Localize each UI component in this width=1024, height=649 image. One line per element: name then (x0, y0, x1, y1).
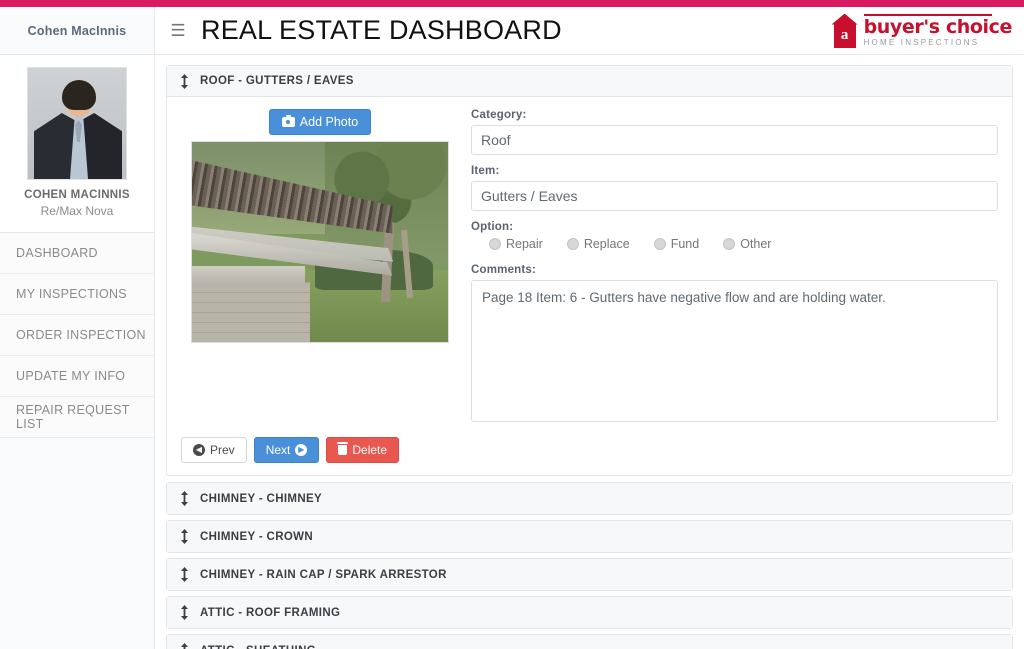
inspection-photo[interactable] (191, 141, 449, 343)
option-label-text: Other (740, 237, 772, 251)
comments-label: Comments: (471, 264, 537, 276)
radio-icon[interactable] (489, 238, 501, 250)
next-label: Next (265, 443, 291, 457)
page-header: ☰ REAL ESTATE DASHBOARD a buyer's choice… (155, 7, 1024, 55)
sort-updown-icon[interactable] (177, 567, 191, 582)
camera-icon (281, 115, 295, 127)
radio-icon[interactable] (723, 238, 736, 250)
sort-updown-icon[interactable] (177, 529, 191, 544)
collapsed-panel-chimney-crown: CHIMNEY - CROWN (166, 520, 1013, 553)
radio-icon[interactable] (653, 238, 666, 250)
avatar (27, 67, 127, 180)
option-other[interactable]: Other (723, 237, 771, 251)
category-label: Category: (471, 109, 527, 121)
panel-header[interactable]: ATTIC - ROOF FRAMING (167, 597, 1012, 628)
sidebar-item-label: UPDATE MY INFO (16, 369, 126, 383)
sidebar-item-label: REPAIR REQUEST LIST (16, 403, 130, 431)
option-label-text: Replace (583, 237, 630, 251)
option-replace[interactable]: Replace (566, 237, 630, 251)
house-icon: a (831, 13, 858, 48)
collapsed-panel-attic-sheathing: ATTIC - SHEATHING (166, 634, 1013, 649)
sidebar-brand[interactable]: Cohen MacInnis (0, 7, 154, 55)
next-button[interactable]: Next ▶ (253, 437, 320, 463)
profile-name: COHEN MACINNIS (24, 189, 130, 201)
content-area: ROOF - GUTTERS / EAVES Add Photo Categor… (155, 55, 1024, 649)
panel-title: CHIMNEY - RAIN CAP / SPARK ARRESTOR (200, 568, 447, 581)
sidebar-item-my-inspections[interactable]: MY INSPECTIONS (0, 274, 154, 315)
option-fund[interactable]: Fund (653, 237, 700, 251)
collapsed-panel-attic-roof-framing: ATTIC - ROOF FRAMING (166, 596, 1013, 629)
add-photo-label: Add Photo (299, 115, 359, 129)
option-label: Option: (471, 221, 514, 233)
sidebar-item-update-my-info[interactable]: UPDATE MY INFO (0, 356, 154, 397)
add-photo-button[interactable]: Add Photo (268, 109, 372, 135)
category-input[interactable] (471, 125, 998, 155)
collapsed-panel-chimney-rain-cap-spark-arrestor: CHIMNEY - RAIN CAP / SPARK ARRESTOR (166, 558, 1013, 591)
panel-header-roof-gutters-eaves[interactable]: ROOF - GUTTERS / EAVES (167, 66, 1012, 97)
logo-mark-letter: a (840, 26, 849, 43)
panel-title: CHIMNEY - CHIMNEY (200, 492, 323, 505)
panel-header[interactable]: ATTIC - SHEATHING (167, 635, 1012, 649)
chevron-left-circle-icon: ◀ (193, 444, 205, 456)
profile-block: COHEN MACINNIS Re/Max Nova (0, 55, 154, 233)
inspection-item-panel: ROOF - GUTTERS / EAVES Add Photo Categor… (166, 65, 1013, 476)
panel-title: CHIMNEY - CROWN (200, 530, 314, 543)
sort-updown-icon[interactable] (177, 605, 191, 620)
item-label: Item: (471, 165, 500, 177)
sidebar-item-order-inspection[interactable]: ORDER INSPECTION (0, 315, 154, 356)
panel-header[interactable]: CHIMNEY - CHIMNEY (167, 483, 1012, 514)
sidebar-brand-label: Cohen MacInnis (27, 23, 127, 38)
trash-icon (337, 442, 349, 455)
option-label-text: Fund (670, 237, 700, 251)
item-input[interactable] (471, 181, 998, 211)
option-radio-group: Repair Replace Fund Other (471, 237, 998, 251)
sidebar: Cohen MacInnis COHEN MACINNIS Re/Max Nov… (0, 7, 155, 649)
prev-button[interactable]: ◀ Prev (181, 437, 247, 463)
logo-sub-text: HOME INSPECTIONS (863, 38, 980, 47)
panel-title: ATTIC - ROOF FRAMING (200, 606, 341, 619)
logo-main-text: buyer's choice (863, 16, 1013, 38)
sidebar-item-label: MY INSPECTIONS (16, 287, 127, 301)
panel-header[interactable]: CHIMNEY - CROWN (167, 521, 1012, 552)
top-accent-bar (0, 0, 1024, 7)
delete-label: Delete (352, 443, 388, 457)
page-title: REAL ESTATE DASHBOARD (201, 15, 562, 45)
chevron-right-circle-icon: ▶ (295, 444, 308, 456)
collapsed-panel-chimney-chimney: CHIMNEY - CHIMNEY (166, 482, 1013, 515)
hamburger-icon[interactable]: ☰ (155, 7, 201, 54)
form-column: Category: Item: Option: Repair Replace (459, 109, 998, 427)
panel-header[interactable]: CHIMNEY - RAIN CAP / SPARK ARRESTOR (167, 559, 1012, 590)
sidebar-item-dashboard[interactable]: DASHBOARD (0, 233, 154, 274)
panel-title: ROOF - GUTTERS / EAVES (200, 75, 354, 87)
sidebar-item-label: ORDER INSPECTION (16, 328, 146, 342)
sort-updown-icon[interactable] (177, 643, 191, 649)
panel-body: Add Photo Category: Roof Item: Gutters /… (167, 97, 1012, 437)
radio-icon[interactable] (566, 238, 579, 250)
prev-label: Prev (210, 443, 235, 457)
brand-logo: a buyer's choice HOME INSPECTIONS (831, 13, 1013, 48)
option-label-text: Repair (506, 237, 543, 251)
sort-updown-icon[interactable] (177, 491, 191, 506)
profile-company: Re/Max Nova (40, 204, 114, 218)
sort-updown-icon[interactable] (177, 73, 191, 89)
comments-textarea[interactable]: Page 18 Item: 6 - Gutters have negative … (471, 280, 998, 422)
sidebar-item-label: DASHBOARD (16, 246, 98, 260)
panel-title: ATTIC - SHEATHING (200, 645, 316, 649)
panel-action-buttons: ◀ Prev Next ▶ Delete (167, 437, 1012, 475)
app-root: Cohen MacInnis COHEN MACINNIS Re/Max Nov… (0, 7, 1024, 649)
sidebar-item-repair-request-list[interactable]: REPAIR REQUEST LIST (0, 397, 154, 438)
photo-column: Add Photo (181, 109, 459, 427)
delete-button[interactable]: Delete (326, 437, 400, 463)
option-repair[interactable]: Repair (489, 237, 543, 251)
